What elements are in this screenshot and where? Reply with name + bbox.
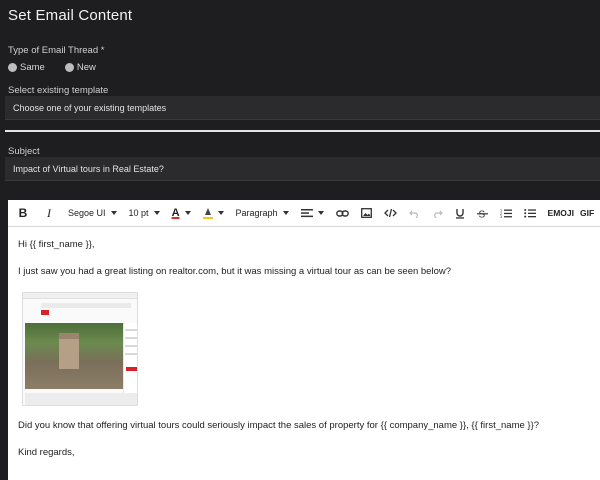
numbered-list-icon: 123	[500, 209, 512, 218]
block-format-value: Paragraph	[235, 208, 278, 218]
chevron-down-icon	[317, 211, 324, 215]
radio-same-indicator[interactable]	[8, 63, 17, 72]
code-button[interactable]	[383, 204, 397, 222]
editor-content[interactable]: Hi {{ first_name }}, I just saw you had …	[8, 227, 600, 480]
font-family-select[interactable]: Segoe UI	[68, 204, 117, 222]
redo-icon	[433, 210, 443, 218]
undo-icon	[408, 210, 418, 218]
bold-button[interactable]: B	[16, 204, 30, 222]
page-title: Set Email Content	[8, 7, 133, 24]
editor-toolbar: B I Segoe UI 10 pt A Paragraph 1 2 3 EMO…	[8, 200, 600, 227]
radio-new-label: New	[76, 62, 96, 73]
radio-same[interactable]: Same	[8, 62, 45, 73]
radio-new-indicator[interactable]	[64, 63, 74, 72]
thread-type-label: Type of Email Thread *	[8, 45, 105, 56]
redo-button[interactable]	[432, 204, 443, 222]
image-icon	[360, 208, 372, 218]
code-icon	[383, 208, 397, 218]
body-paragraph-1: I just saw you had a great listing on re…	[18, 266, 452, 278]
body-paragraph-2: Did you know that offering virtual tours…	[18, 419, 540, 431]
font-size-value: 10 pt	[128, 208, 149, 218]
highlight-icon	[202, 207, 213, 219]
emoji-button[interactable]: EMOJI	[548, 204, 574, 222]
chevron-down-icon	[282, 211, 289, 215]
template-select[interactable]: Choose one of your existing templates	[5, 96, 600, 120]
bullet-list-icon	[523, 209, 536, 218]
block-format-select[interactable]: Paragraph	[236, 204, 289, 222]
radio-new[interactable]: New	[64, 62, 96, 73]
chevron-down-icon	[184, 211, 191, 215]
align-icon	[300, 209, 313, 218]
strikethrough-button[interactable]: S	[476, 204, 488, 222]
undo-button[interactable]	[408, 204, 420, 222]
svg-text:3: 3	[500, 215, 502, 218]
greeting-text: Hi {{ first_name }},	[18, 239, 95, 250]
link-button[interactable]	[335, 204, 349, 222]
underline-icon	[455, 208, 464, 219]
link-icon	[335, 209, 349, 217]
thread-type-radio-group: Same New	[8, 62, 96, 73]
font-family-value: Segoe UI	[68, 208, 106, 218]
closing-text: Kind regards,	[18, 447, 75, 459]
subject-input[interactable]: Impact of Virtual tours in Real Estate?	[5, 157, 600, 181]
chevron-down-icon	[217, 211, 224, 215]
text-color-button[interactable]: A	[172, 204, 191, 222]
template-label: Select existing template	[8, 85, 109, 96]
chevron-down-icon	[153, 211, 160, 215]
radio-same-label: Same	[20, 62, 45, 73]
align-button[interactable]	[300, 204, 324, 222]
gif-button[interactable]: GIF	[580, 204, 594, 222]
text-color-icon: A	[171, 207, 180, 219]
chevron-down-icon	[110, 211, 117, 215]
subject-label: Subject	[8, 146, 40, 157]
numbered-list-button[interactable]: 123	[500, 204, 512, 222]
italic-button[interactable]: I	[42, 204, 56, 222]
listing-screenshot-image	[22, 291, 138, 406]
email-editor[interactable]: B I Segoe UI 10 pt A Paragraph 1 2 3 EMO…	[8, 200, 600, 480]
underline-button[interactable]	[455, 204, 465, 222]
divider	[5, 130, 600, 132]
font-size-select[interactable]: 10 pt	[129, 204, 160, 222]
strikethrough-icon: S	[476, 209, 488, 219]
image-button[interactable]	[360, 204, 372, 222]
highlight-button[interactable]	[202, 204, 224, 222]
bullet-list-button[interactable]	[523, 204, 536, 222]
